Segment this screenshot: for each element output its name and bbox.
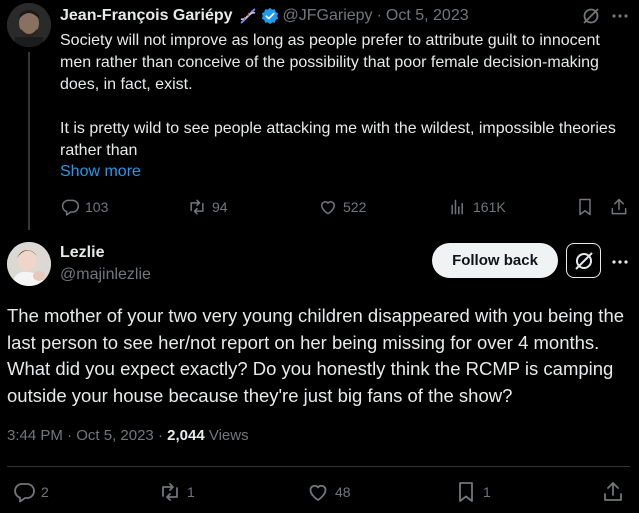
more-options-icon[interactable]: [610, 252, 630, 272]
avatar[interactable]: [7, 3, 51, 47]
tweet-date[interactable]: Oct 5, 2023: [76, 427, 154, 444]
tweet-date[interactable]: Oct 5, 2023: [386, 7, 469, 25]
grok-button[interactable]: [566, 243, 601, 278]
bookmark-icon: [579, 198, 591, 216]
repost-count: 94: [212, 199, 228, 215]
separator-dot: ·: [157, 427, 163, 444]
thread-line: [28, 52, 30, 230]
reply-count: 2: [41, 484, 49, 500]
follow-back-button[interactable]: Follow back: [432, 243, 558, 278]
views-count: 161K: [473, 199, 506, 215]
share-icon: [604, 482, 622, 501]
views-label: Views: [208, 427, 249, 444]
bookmark-button[interactable]: [575, 197, 595, 217]
more-options-icon[interactable]: [610, 6, 630, 26]
separator-dot: ·: [376, 7, 382, 24]
views-count: 2,044: [167, 427, 205, 444]
separator-dot: ·: [67, 427, 73, 444]
tweet-text: Society will not improve as long as peop…: [60, 30, 625, 162]
heart-icon: [321, 201, 335, 215]
like-count: 48: [335, 484, 351, 500]
share-button[interactable]: [609, 197, 629, 217]
grok-icon[interactable]: [581, 6, 601, 26]
verified-badge-icon: [261, 7, 279, 25]
divider: [7, 466, 630, 467]
repost-icon: [190, 199, 204, 215]
bookmark-button[interactable]: 1: [454, 480, 491, 504]
bookmark-icon: [459, 482, 473, 502]
avatar[interactable]: [7, 242, 51, 286]
like-button[interactable]: 48: [306, 480, 351, 504]
tweet-paragraph: Society will not improve as long as peop…: [60, 32, 600, 93]
repost-icon: [162, 483, 178, 501]
tweet-actions: 2 1 48 1: [7, 480, 630, 506]
show-more-link[interactable]: Show more: [60, 161, 141, 183]
author-name[interactable]: Lezlie: [60, 244, 104, 262]
views-chart-icon: [451, 199, 463, 215]
reply-button[interactable]: 2: [12, 480, 49, 504]
author-handle[interactable]: @JFGariepy: [283, 7, 373, 25]
reply-icon: [14, 483, 35, 503]
like-button[interactable]: 522: [318, 197, 366, 217]
tweet-metadata: 3:44 PM · Oct 5, 2023 · 2,044 Views: [7, 427, 249, 444]
like-count: 522: [343, 199, 367, 215]
parent-tweet[interactable]: Jean-François Gariépy @JFGariepy · Oct 5…: [0, 0, 639, 230]
repost-button[interactable]: 1: [158, 480, 195, 504]
share-button[interactable]: [601, 480, 625, 504]
reply-button[interactable]: 103: [60, 197, 108, 217]
repost-button[interactable]: 94: [187, 197, 228, 217]
tweet-time[interactable]: 3:44 PM: [7, 427, 63, 444]
repost-count: 1: [187, 484, 195, 500]
author-name[interactable]: Jean-François Gariépy: [60, 7, 233, 25]
share-icon: [611, 198, 627, 215]
author-handle[interactable]: @majinlezlie: [60, 266, 151, 284]
tweet-text: The mother of your two very young childr…: [7, 305, 625, 406]
views-button[interactable]: 161K: [448, 197, 506, 217]
tweet-paragraph: It is pretty wild to see people attackin…: [60, 120, 616, 159]
grok-icon: [574, 251, 593, 270]
tweet-actions: 103 94 522 161K: [60, 197, 630, 219]
parent-tweet-header: Jean-François Gariépy @JFGariepy · Oct 5…: [60, 5, 469, 27]
bookmark-count: 1: [483, 484, 491, 500]
reply-count: 103: [85, 199, 109, 215]
reply-icon: [61, 199, 80, 216]
heart-icon: [309, 484, 327, 501]
dna-icon: [238, 7, 258, 25]
